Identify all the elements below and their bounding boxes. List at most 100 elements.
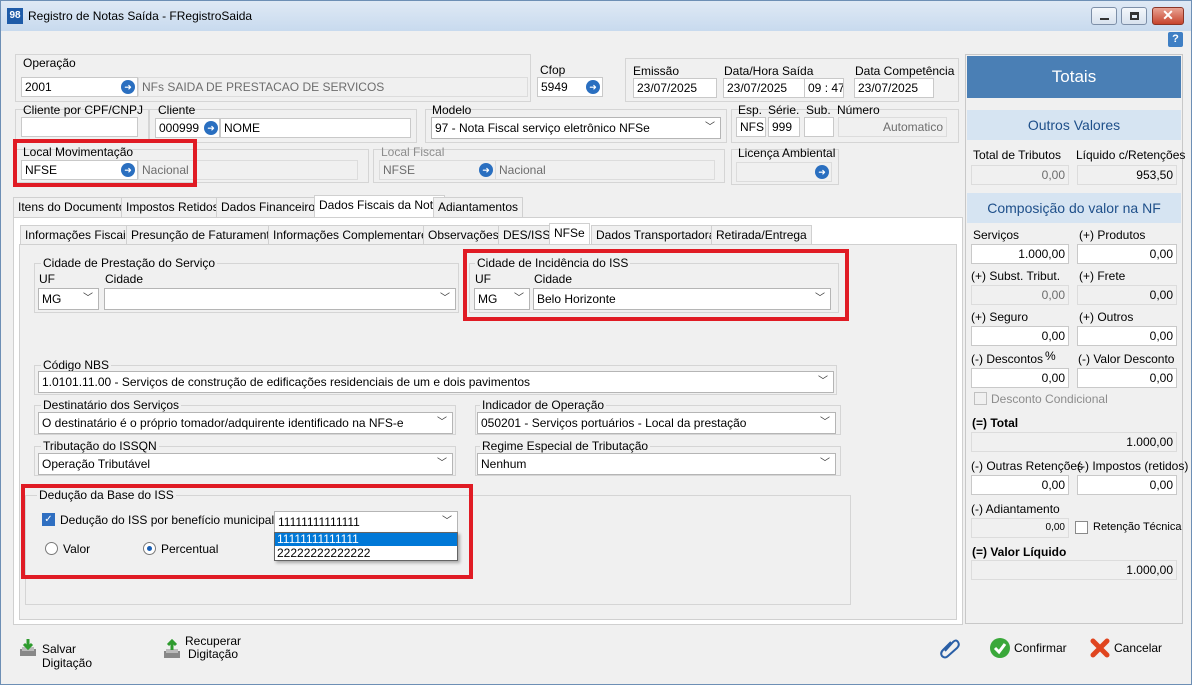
emissao-field[interactable]: 23/07/2025 <box>633 78 717 98</box>
data-saida-field[interactable]: 23/07/2025 <box>723 78 805 98</box>
hora-hours: 09 <box>808 81 822 95</box>
confirmar-button[interactable]: Confirmar <box>989 637 1069 661</box>
valor-desconto-field[interactable]: 0,00 <box>1077 368 1177 388</box>
operacao-lookup-icon[interactable]: ➜ <box>121 80 135 94</box>
operacao-label: Operação <box>23 56 76 70</box>
tab-impostos-retidos[interactable]: Impostos Retidos <box>121 197 224 217</box>
cliente-lookup-icon[interactable]: ➜ <box>204 121 218 135</box>
cancelar-button[interactable]: Cancelar <box>1089 637 1169 661</box>
chevron-down-icon: ﹀ <box>437 458 447 469</box>
numero-field: Automatico <box>838 117 947 137</box>
descontos-label: (-) Descontos <box>971 352 1044 366</box>
tab-dados-financeiros[interactable]: Dados Financeiros <box>216 197 327 217</box>
valor-desconto-label: (-) Valor Desconto <box>1078 352 1175 366</box>
salvar-digitacao-label: Salvar Digitação <box>42 642 93 670</box>
paperclip-icon[interactable] <box>939 637 961 659</box>
help-icon[interactable]: ? <box>1168 32 1183 47</box>
impostos-retidos-label: (-) Impostos (retidos) <box>1077 459 1189 473</box>
recuperar-digitacao-button[interactable]: Recuperar Digitação <box>161 633 251 665</box>
restore-button[interactable] <box>1121 7 1147 25</box>
tab-des-iss[interactable]: DES/ISS <box>498 225 556 245</box>
highlight-cidade-incidencia <box>463 249 849 321</box>
subst-label: (+) Subst. Tribut. <box>971 269 1061 283</box>
minimize-button[interactable] <box>1091 7 1117 25</box>
tab-retirada-entrega[interactable]: Retirada/Entrega <box>711 225 812 245</box>
outras-retencoes-label: (-) Outras Retenções <box>971 459 1084 473</box>
local-fiscal-lookup-icon[interactable]: ➜ <box>479 163 493 177</box>
cliente-nome-field[interactable]: NOME <box>220 118 411 138</box>
highlight-local-movimentacao <box>13 139 197 187</box>
esp-field[interactable]: NFS <box>736 117 766 137</box>
nbs-value: 1.0101.11.00 - Serviços de construção de… <box>42 375 531 389</box>
tab-dados-fiscais[interactable]: Dados Fiscais da Nota <box>314 195 445 217</box>
cfop-label: Cfop <box>540 63 566 77</box>
tab-adiantamentos[interactable]: Adiantamentos <box>433 197 524 217</box>
prestacao-uf-select[interactable]: MG ﹀ <box>38 288 99 310</box>
licenca-label: Licença Ambiental <box>738 146 836 160</box>
desconto-condicional-checkbox[interactable] <box>974 392 987 405</box>
servicos-field[interactable]: 1.000,00 <box>971 244 1069 264</box>
tab-informacoes-complementares[interactable]: Informações Complementares <box>268 225 439 245</box>
liquido-retencoes-label: Líquido c/Retenções <box>1076 148 1186 162</box>
produtos-field[interactable]: 0,00 <box>1077 244 1177 264</box>
modelo-label: Modelo <box>432 103 472 117</box>
minimize-icon <box>1100 18 1109 20</box>
data-competencia-label: Data Competência <box>855 64 955 78</box>
tab-dados-transportadora[interactable]: Dados Transportadora <box>591 225 721 245</box>
valor-liquido-field: 1.000,00 <box>971 560 1177 580</box>
modelo-select[interactable]: 97 - Nota Fiscal serviço eletrônico NFSe… <box>431 117 721 139</box>
hora-minutes: 47 <box>831 81 844 95</box>
tab-observacoes[interactable]: Observações <box>423 225 504 245</box>
destinatario-select[interactable]: O destinatário é o próprio tomador/adqui… <box>38 412 453 434</box>
cliente-cpf-field[interactable] <box>21 117 138 137</box>
valor-liquido-label: (=) Valor Líquido <box>972 545 1067 559</box>
sub-field[interactable] <box>804 117 834 137</box>
total-label: (=) Total <box>972 416 1019 430</box>
retencao-tecnica-label: Retenção Técnica <box>1093 521 1182 533</box>
indicador-select[interactable]: 050201 - Serviços portuários - Local da … <box>477 412 836 434</box>
outros-field[interactable]: 0,00 <box>1077 326 1177 346</box>
data-competencia-field[interactable]: 23/07/2025 <box>854 78 934 98</box>
window-title: Registro de Notas Saída - FRegistroSaida <box>28 9 253 23</box>
local-fiscal-label: Local Fiscal <box>381 145 445 159</box>
serie-field[interactable]: 999 <box>768 117 800 137</box>
cancel-x-icon <box>1090 638 1110 658</box>
regime-value: Nenhum <box>481 457 527 471</box>
tributacao-label: Tributação do ISSQN <box>41 439 159 453</box>
prestacao-title: Cidade de Prestação do Serviço <box>41 256 218 270</box>
liquido-retencoes-field: 953,50 <box>1077 165 1177 185</box>
descontos-pct-label: % <box>1045 349 1056 363</box>
tab-informacoes-fiscais[interactable]: Informações Fiscais <box>20 225 137 245</box>
cancelar-label: Cancelar <box>1114 641 1163 655</box>
retencao-tecnica-checkbox[interactable] <box>1075 521 1088 534</box>
regime-select[interactable]: Nenhum ﹀ <box>477 453 836 475</box>
indicador-value: 050201 - Serviços portuários - Local da … <box>481 416 747 430</box>
descontos-field[interactable]: 0,00 <box>971 368 1069 388</box>
prestacao-uf-value: MG <box>42 292 62 306</box>
tab-itens-documento[interactable]: Itens do Documento <box>13 197 131 217</box>
close-icon: ✕ <box>1162 7 1174 23</box>
salvar-digitacao-button[interactable]: Salvar Digitação <box>17 635 127 670</box>
modelo-value: 97 - Nota Fiscal serviço eletrônico NFSe <box>435 121 650 135</box>
tab-nfse[interactable]: NFSe <box>549 223 590 245</box>
prestacao-cidade-select[interactable]: ﹀ <box>104 288 456 310</box>
outras-retencoes-field[interactable]: 0,00 <box>971 475 1069 495</box>
close-button[interactable]: ✕ <box>1152 7 1184 25</box>
composicao-title: Composição do valor na NF <box>967 193 1181 223</box>
nbs-select[interactable]: 1.0101.11.00 - Serviços de construção de… <box>38 371 834 393</box>
cfop-lookup-icon[interactable]: ➜ <box>586 80 600 94</box>
esp-label: Esp. <box>738 103 763 117</box>
cliente-label: Cliente <box>158 103 196 117</box>
recover-upload-icon <box>164 639 180 658</box>
seguro-field[interactable]: 0,00 <box>971 326 1069 346</box>
confirmar-label: Confirmar <box>1014 641 1067 655</box>
destinatario-value: O destinatário é o próprio tomador/adqui… <box>42 416 404 430</box>
servicos-label: Serviços <box>973 228 1020 242</box>
licenca-lookup-icon[interactable]: ➜ <box>815 165 829 179</box>
tributacao-select[interactable]: Operação Tributável ﹀ <box>38 453 453 475</box>
indicador-label: Indicador de Operação <box>480 398 607 412</box>
impostos-retidos-field[interactable]: 0,00 <box>1077 475 1177 495</box>
title-bar: 98 Registro de Notas Saída - FRegistroSa… <box>1 1 1191 31</box>
hora-saida-field[interactable]: 09 : 47 <box>804 78 844 98</box>
tab-presuncao-faturamento[interactable]: Presunção de Faturamento <box>126 225 282 245</box>
